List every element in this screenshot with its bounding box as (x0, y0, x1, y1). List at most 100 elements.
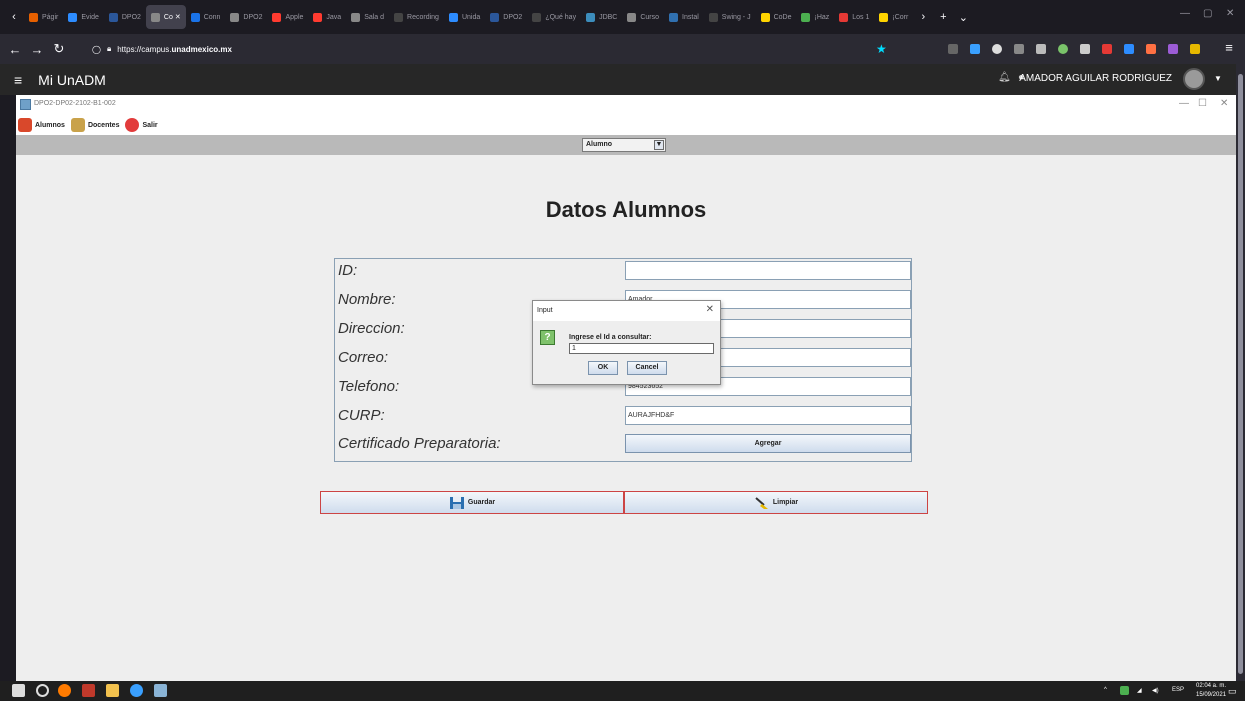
file-explorer-icon[interactable] (106, 684, 119, 697)
tab-scroll-right-icon[interactable]: › (913, 11, 933, 23)
pocket-icon[interactable] (948, 44, 958, 54)
avatar[interactable] (1183, 68, 1205, 90)
forward-icon[interactable]: → (26, 42, 48, 57)
menu-item-docentes[interactable]: Docentes (70, 118, 119, 132)
extension-icon[interactable] (1168, 44, 1178, 54)
app-titlebar: DPO2-DP02-2102-B1-002 — ☐ ✕ (16, 95, 1236, 115)
tab-favicon-icon (532, 12, 542, 22)
clock-time[interactable]: 02:04 a. m. (1196, 683, 1226, 689)
browser-tab[interactable]: ¡Haz (796, 5, 834, 29)
cancel-button[interactable]: Cancel (627, 361, 667, 375)
browser-tab[interactable]: JDBC (581, 5, 622, 29)
tab-scroll-left-icon[interactable]: ‹ (4, 11, 24, 23)
ok-button[interactable]: OK (588, 361, 618, 375)
browser-tab[interactable]: Conn (186, 5, 226, 29)
tray-icon[interactable] (1120, 686, 1129, 695)
guardar-button[interactable]: Guardar (320, 491, 624, 514)
browser-tab[interactable]: Págir (24, 5, 63, 29)
menu-item-salir[interactable]: Salir (125, 118, 158, 132)
browser-tab[interactable]: CoDe (756, 5, 797, 29)
tab-favicon-icon (351, 12, 361, 22)
firefox-icon[interactable] (58, 684, 71, 697)
extension-icon[interactable] (1080, 44, 1090, 54)
download-icon[interactable] (970, 44, 980, 54)
menu-icon[interactable]: ≡ (1218, 40, 1240, 55)
browser-tab[interactable]: DPO2 (225, 5, 267, 29)
extension-icon[interactable] (1190, 44, 1200, 54)
extension-icon[interactable] (1058, 44, 1068, 54)
browser-navbar: ← → ↻ ◯ 🔒︎ https://campus.unadmexico.mx … (0, 34, 1245, 64)
notifications-chevron-icon[interactable]: ^ (1104, 687, 1107, 693)
url-bar[interactable]: ◯ 🔒︎ https://campus.unadmexico.mx (92, 39, 894, 59)
browser-tab[interactable]: Evide (63, 5, 104, 29)
bookmark-star-icon[interactable]: ★ (876, 42, 887, 56)
app-icon[interactable] (82, 684, 95, 697)
field-input[interactable]: AURAJFHD&F (625, 406, 911, 425)
extension-icon[interactable] (1102, 44, 1112, 54)
back-icon[interactable]: ← (4, 42, 26, 57)
search-icon[interactable] (36, 684, 49, 697)
extension-icon[interactable] (1014, 44, 1024, 54)
browser-tab[interactable]: ¡Corr (874, 5, 913, 29)
app-maximize-icon[interactable]: ☐ (1198, 98, 1207, 109)
chevron-down-icon[interactable]: ▼ (1214, 74, 1222, 83)
browser-tab[interactable]: ¿Qué hay (527, 5, 581, 29)
tab-favicon-icon (801, 12, 811, 22)
browser-tab[interactable]: Instal (664, 5, 704, 29)
field-input[interactable] (625, 261, 911, 280)
browser-tab[interactable]: Recording (389, 5, 444, 29)
dialog-title: Input (533, 301, 720, 321)
hamburger-icon[interactable]: ≡ (14, 72, 22, 88)
app-icon[interactable] (130, 684, 143, 697)
scrollbar-thumb[interactable] (1238, 74, 1243, 674)
library-icon[interactable] (1036, 44, 1046, 54)
limpiar-button[interactable]: Limpiar (624, 491, 928, 514)
browser-tab[interactable]: Unida (444, 5, 485, 29)
browser-tab[interactable]: Swing - J (704, 5, 756, 29)
browser-tab[interactable]: Curso (622, 5, 664, 29)
extension-icon[interactable] (1146, 44, 1156, 54)
notifications-icon[interactable]: ▭ (1228, 686, 1237, 697)
site-brand[interactable]: Mi UnADM (38, 72, 106, 88)
entity-combo[interactable]: Alumno ▼ (582, 138, 666, 152)
close-icon[interactable]: ✕ (706, 304, 714, 315)
reload-icon[interactable]: ↻ (48, 41, 70, 57)
extension-icon[interactable] (1124, 44, 1134, 54)
browser-tab[interactable]: DPO2 (485, 5, 527, 29)
maximize-icon[interactable]: ▢ (1203, 8, 1212, 19)
menu-item-alumnos[interactable]: Alumnos (18, 118, 65, 132)
tab-favicon-icon (29, 12, 38, 22)
volume-icon[interactable]: ◀) (1152, 687, 1159, 694)
browser-tab[interactable]: Co ✕ (145, 5, 186, 29)
id-input[interactable]: 1 (569, 343, 714, 354)
tab-favicon-icon (708, 12, 718, 22)
app-minimize-icon[interactable]: — (1179, 98, 1189, 109)
windows-start-icon[interactable] (12, 684, 25, 697)
user-name[interactable]: AMADOR AGUILAR RODRIGUEZ (1019, 73, 1172, 84)
extension-icon[interactable] (992, 44, 1002, 54)
limpiar-label: Limpiar (772, 499, 799, 506)
field-label: Nombre: (338, 291, 396, 308)
page-scrollbar[interactable] (1236, 64, 1245, 681)
browser-tab[interactable]: Java (308, 5, 346, 29)
close-window-icon[interactable]: ✕ (1226, 8, 1234, 19)
bell-icon[interactable]: 🔔︎ (998, 72, 1011, 83)
tab-label: Curso (640, 13, 660, 21)
new-tab-icon[interactable]: + (933, 11, 953, 23)
wifi-icon[interactable]: ◢ (1137, 687, 1142, 694)
browser-tab[interactable]: Apple (267, 5, 308, 29)
browser-tab[interactable]: Sala d (346, 5, 389, 29)
agregar-button[interactable]: Agregar (625, 434, 911, 453)
app-close-icon[interactable]: ✕ (1220, 98, 1228, 109)
minimize-icon[interactable]: — (1180, 8, 1190, 19)
java-icon[interactable] (154, 684, 167, 697)
chevron-down-icon[interactable]: ▼ (654, 140, 664, 150)
tab-label: Conn (203, 13, 221, 21)
language-indicator[interactable]: ESP (1172, 687, 1184, 693)
menu-item-label: Salir (142, 121, 158, 129)
browser-tab[interactable]: Los 1 (834, 5, 874, 29)
browser-tab[interactable]: DPO2 (104, 5, 146, 29)
clock-date[interactable]: 15/09/2021 (1196, 692, 1226, 698)
tab-favicon-icon (839, 12, 849, 22)
list-tabs-icon[interactable]: ⌄ (953, 11, 973, 24)
